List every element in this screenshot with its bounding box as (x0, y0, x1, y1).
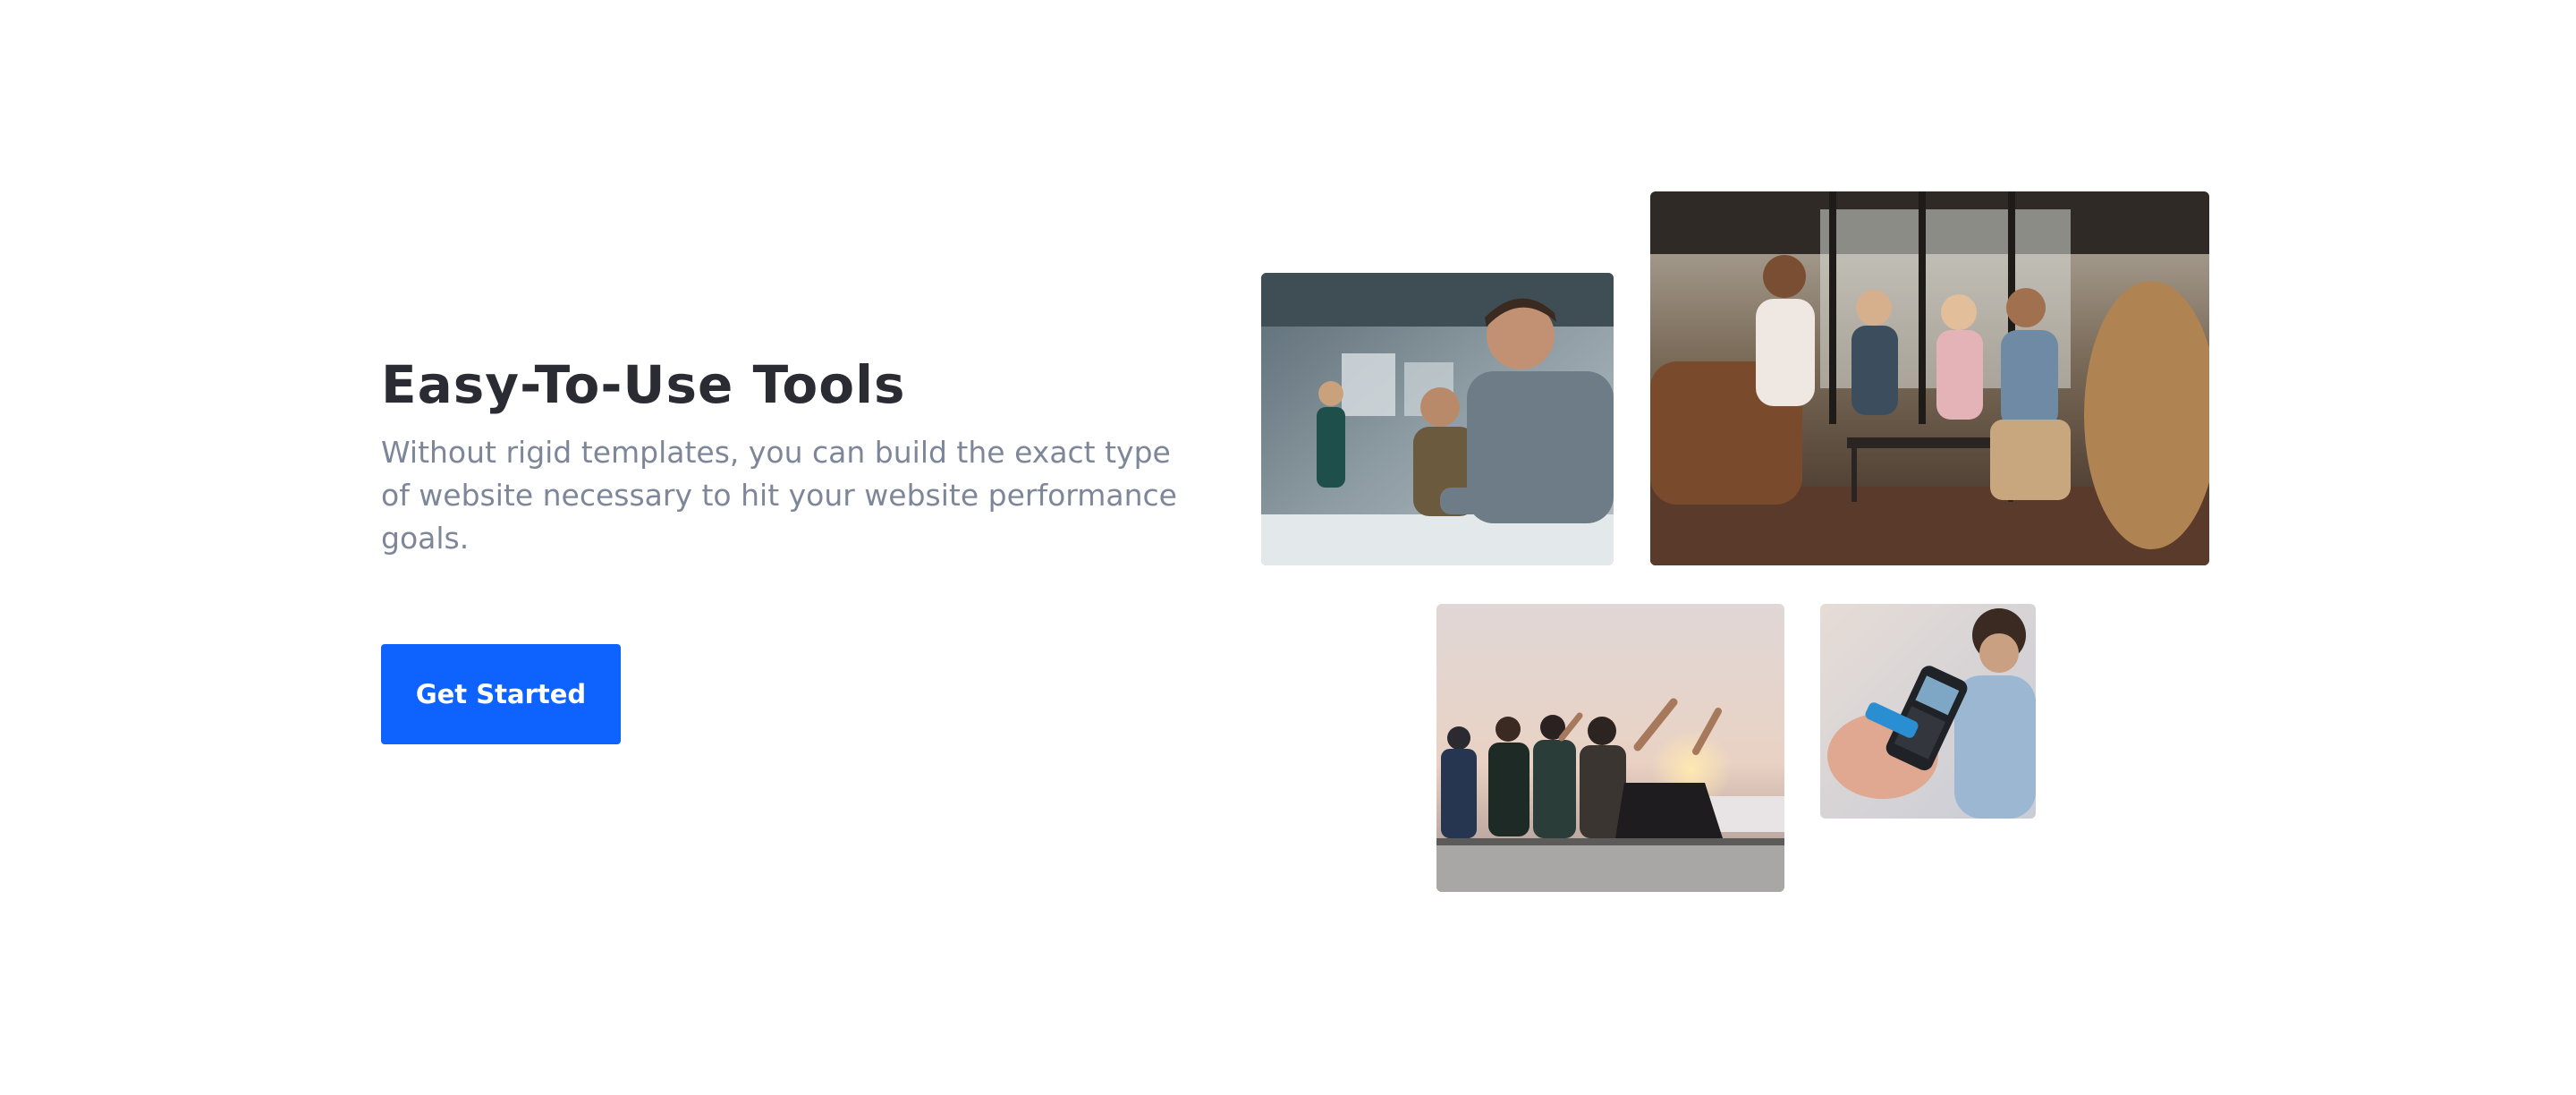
hero-description: Without rigid templates, you can build t… (381, 435, 1177, 556)
friends-rooftop-sunset-photo (1436, 604, 1784, 892)
office-meeting-photo (1261, 273, 1614, 565)
get-started-button[interactable]: Get Started (381, 644, 621, 744)
hero-title: Easy-To-Use Tools (381, 354, 906, 415)
card-payment-terminal-photo (1820, 604, 2036, 819)
team-lounge-discussion-photo (1650, 191, 2209, 565)
hero-text-block: Easy-To-Use Tools Without rigid template… (381, 349, 1186, 560)
